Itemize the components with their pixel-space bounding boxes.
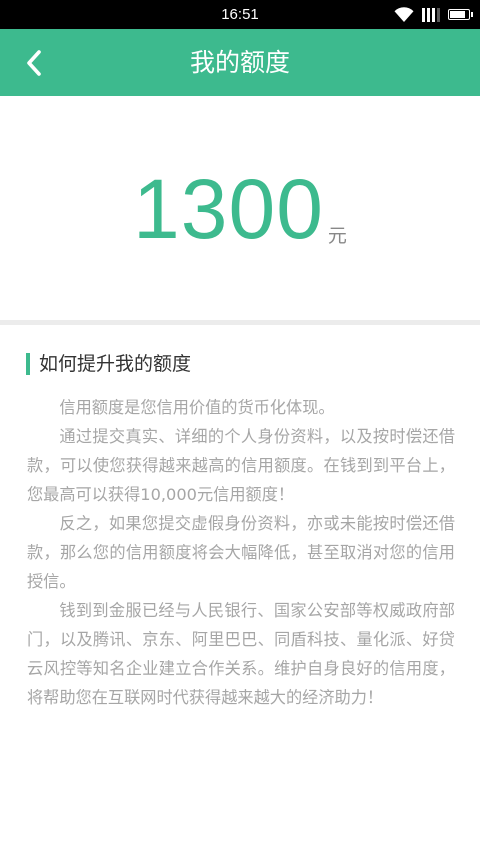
credit-amount-row: 1300 元 <box>0 164 480 254</box>
signal-icon <box>422 7 440 22</box>
status-icons <box>394 6 473 23</box>
info-section: 如何提升我的额度 信用额度是您信用价值的货币化体现。 通过提交真实、详细的个人身… <box>0 325 480 853</box>
page-title: 我的额度 <box>189 48 290 77</box>
info-paragraph: 反之，如果您提交虚假身份资料，亦或未能按时偿还借款，那么您的信用额度将会大幅降低… <box>27 514 455 591</box>
back-button[interactable] <box>16 45 52 81</box>
app-header: 我的额度 <box>0 29 480 96</box>
credit-amount-panel: 1300 元 <box>0 96 480 320</box>
section-heading: 如何提升我的额度 <box>26 352 191 376</box>
info-paragraphs: 信用额度是您信用价值的货币化体现。 通过提交真实、详细的个人身份资料，以及按时偿… <box>27 393 455 712</box>
heading-accent-bar <box>26 353 30 375</box>
section-heading-text: 如何提升我的额度 <box>39 353 192 375</box>
battery-icon <box>448 9 473 20</box>
info-paragraph: 通过提交真实、详细的个人身份资料，以及按时偿还借款，可以使您获得越来越高的信用额… <box>27 427 455 504</box>
chevron-left-icon <box>27 50 41 76</box>
credit-amount-unit: 元 <box>327 225 347 247</box>
info-paragraph: 钱到到金服已经与人民银行、国家公安部等权威政府部门，以及腾讯、京东、阿里巴巴、同… <box>27 601 455 707</box>
credit-amount-value: 1300 <box>133 162 324 256</box>
wifi-icon <box>394 6 414 22</box>
status-bar: 16:51 <box>0 0 480 29</box>
info-paragraph: 信用额度是您信用价值的货币化体现。 <box>59 398 335 417</box>
